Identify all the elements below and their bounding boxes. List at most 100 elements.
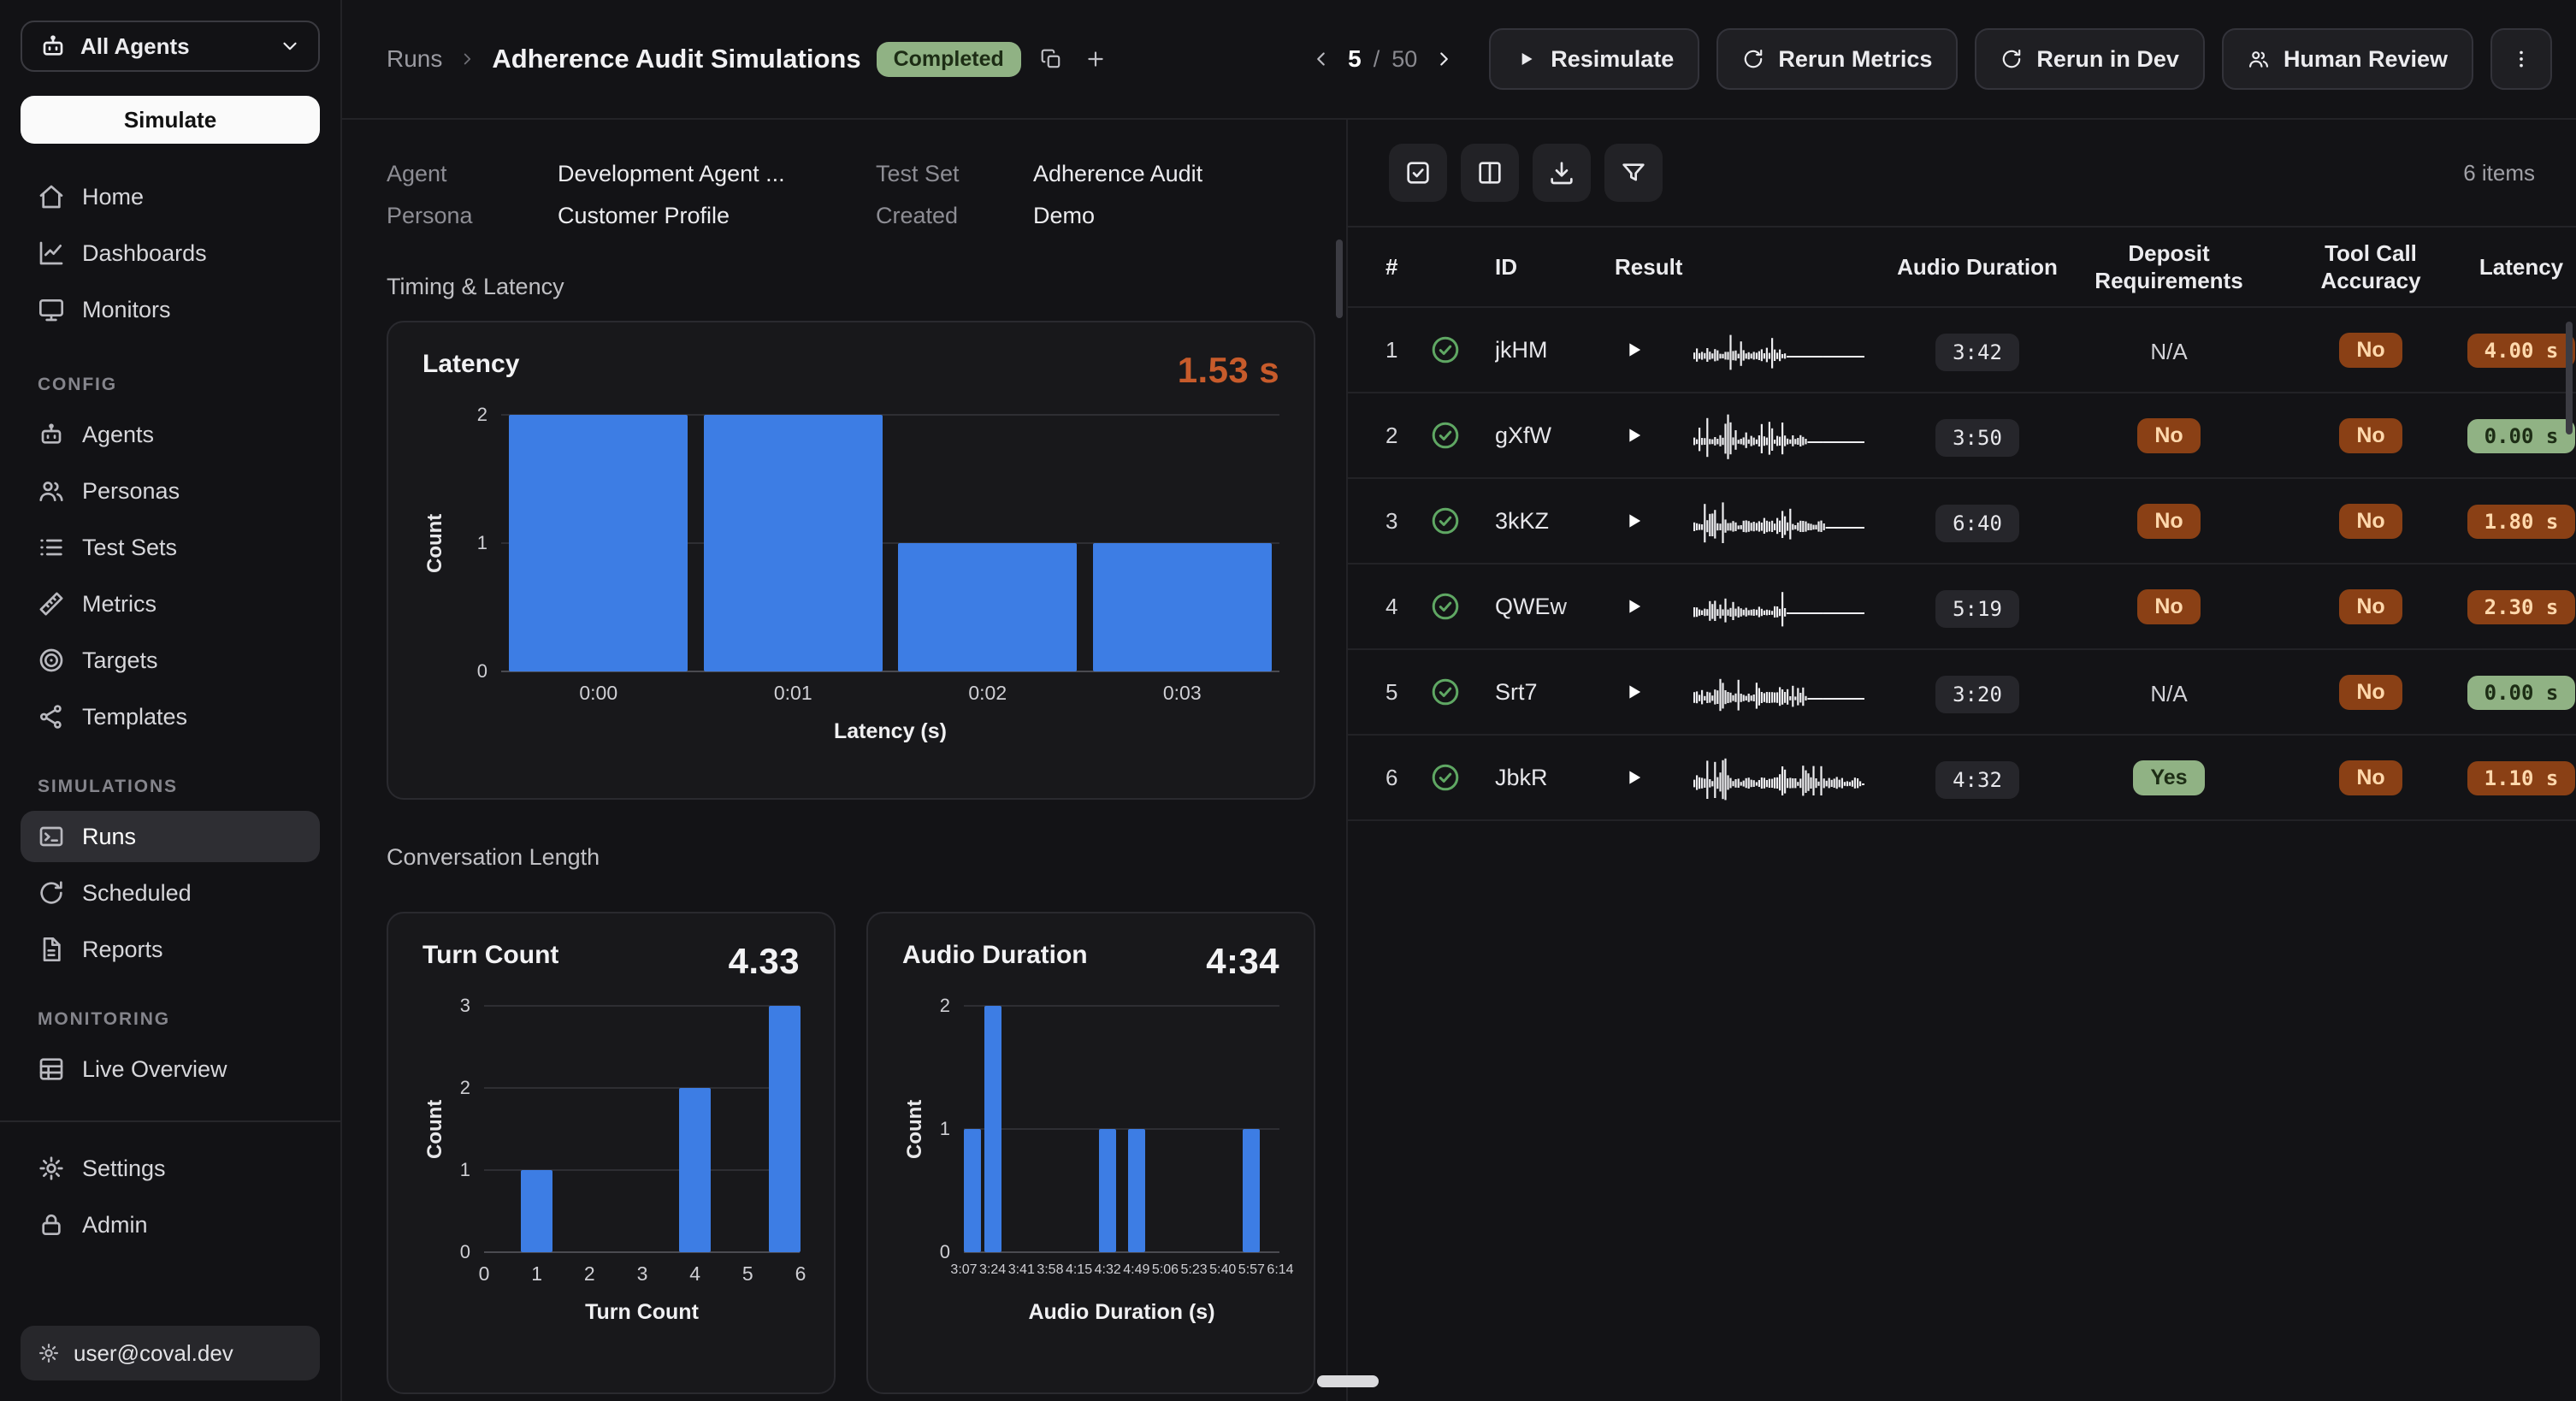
- user-chip[interactable]: user@coval.dev: [21, 1326, 320, 1380]
- agent-selector[interactable]: All Agents: [21, 21, 320, 72]
- play-audio-button[interactable]: [1615, 673, 1652, 711]
- sidebar-item-label: Scheduled: [82, 880, 192, 907]
- sidebar-item-dashboards[interactable]: Dashboards: [21, 228, 320, 279]
- play-audio-button[interactable]: [1615, 502, 1652, 540]
- audio-waveform[interactable]: [1693, 324, 1892, 375]
- column-header-latency[interactable]: Latency: [2479, 253, 2563, 281]
- audio-waveform[interactable]: [1693, 581, 1892, 632]
- histogram-bar: [509, 415, 688, 671]
- table-row[interactable]: 1 jkHM 3:42 N/A No 4.00 s: [1348, 308, 2576, 393]
- table-row[interactable]: 5 Srt7 3:20 N/A No 0.00 s: [1348, 650, 2576, 736]
- kebab-menu-icon: [2510, 48, 2532, 70]
- check-circle-icon: [1430, 420, 1461, 451]
- prev-page-button[interactable]: [1307, 44, 1336, 74]
- sidebar-item-label: Reports: [82, 937, 163, 963]
- play-audio-button[interactable]: [1615, 331, 1652, 369]
- gridline: [484, 1005, 800, 1007]
- sidebar-item-scheduled[interactable]: Scheduled: [21, 867, 320, 919]
- play-audio-button[interactable]: [1615, 588, 1652, 625]
- y-tick-label: 0: [460, 1241, 470, 1263]
- play-audio-button[interactable]: [1615, 417, 1652, 454]
- rerun-metrics-button[interactable]: Rerun Metrics: [1716, 28, 1958, 90]
- sidebar-item-agents[interactable]: Agents: [21, 409, 320, 460]
- add-run-button[interactable]: [1081, 44, 1110, 74]
- download-button[interactable]: [1533, 144, 1591, 202]
- sidebar-item-admin[interactable]: Admin: [21, 1199, 320, 1250]
- table-row[interactable]: 4 QWEw 5:19 No No 2.30 s: [1348, 565, 2576, 650]
- content: AgentDevelopment Agent ...Test SetAdhere…: [342, 120, 2576, 1401]
- column-header-result[interactable]: Result: [1615, 254, 1892, 281]
- sidebar-item-settings[interactable]: Settings: [21, 1143, 320, 1194]
- column-header-tool-call-accuracy[interactable]: Tool Call Accuracy: [2302, 239, 2439, 295]
- table-row[interactable]: 6 JbkR 4:32 Yes No 1.10 s: [1348, 736, 2576, 821]
- x-tick-label: 0:01: [774, 682, 812, 705]
- table-row[interactable]: 3 3kKZ 6:40 No No 1.80 s: [1348, 479, 2576, 565]
- next-page-button[interactable]: [1429, 44, 1458, 74]
- sidebar-item-label: Runs: [82, 824, 136, 850]
- turn-count-chart-xlabel: Turn Count: [422, 1300, 800, 1325]
- x-tick-label: 6: [795, 1262, 806, 1286]
- sidebar-item-live-overview[interactable]: Live Overview: [21, 1043, 320, 1095]
- column-header-audio-duration[interactable]: Audio Duration: [1897, 253, 2058, 281]
- audio-waveform[interactable]: [1693, 666, 1892, 718]
- columns-icon: [1476, 159, 1504, 186]
- left-panel-scrollbar-thumb[interactable]: [1336, 239, 1343, 318]
- resimulate-button[interactable]: Resimulate: [1489, 28, 1699, 90]
- histogram-bar: [898, 543, 1077, 671]
- x-tick-label: 0:00: [579, 682, 617, 705]
- turn-count-card-title: Turn Count: [422, 941, 558, 970]
- deposit-requirements-value: No: [2137, 588, 2200, 624]
- sidebar-item-metrics[interactable]: Metrics: [21, 578, 320, 630]
- histogram-bar: [1093, 543, 1272, 671]
- primary-nav: Home DashboardsMonitors: [21, 171, 320, 340]
- turn-count-headline-value: 4.33: [729, 941, 800, 982]
- columns-button[interactable]: [1461, 144, 1519, 202]
- audio-waveform[interactable]: [1693, 752, 1892, 803]
- histogram-bar: [704, 415, 883, 671]
- meta-label-test-set: Test Set: [876, 161, 1033, 187]
- audio-duration-value: 6:40: [1935, 505, 2019, 542]
- simulate-button[interactable]: Simulate: [21, 96, 320, 144]
- sidebar-item-home[interactable]: Home: [21, 171, 320, 222]
- audio-waveform[interactable]: [1693, 495, 1892, 547]
- x-tick-label: 4:15: [1066, 1262, 1092, 1278]
- filter-button[interactable]: [1604, 144, 1663, 202]
- deposit-requirements-value: N/A: [2150, 677, 2187, 708]
- turn-count-card: Turn Count 4.33 Count 01230123456 Turn C…: [387, 912, 836, 1394]
- breadcrumb-runs[interactable]: Runs: [387, 45, 442, 73]
- audio-waveform[interactable]: [1693, 410, 1892, 461]
- column-header-deposit-requirements[interactable]: Deposit Requirements: [2087, 239, 2251, 295]
- play-audio-button[interactable]: [1615, 759, 1652, 796]
- panel-resize-handle[interactable]: [1317, 1375, 1379, 1387]
- table-body: 1 jkHM 3:42 N/A No 4.00 s 2 gXfW 3:50 No…: [1348, 308, 2576, 821]
- row-number: 2: [1348, 423, 1430, 449]
- copy-run-button[interactable]: [1037, 44, 1066, 74]
- select-button[interactable]: [1389, 144, 1447, 202]
- table-row[interactable]: 2 gXfW 3:50 No No 0.00 s: [1348, 393, 2576, 479]
- refresh-icon: [2000, 48, 2023, 70]
- human-review-button[interactable]: Human Review: [2222, 28, 2473, 90]
- more-options-button[interactable]: [2490, 28, 2552, 90]
- latency-card-title: Latency: [422, 350, 519, 379]
- sidebar-item-personas[interactable]: Personas: [21, 465, 320, 517]
- sidebar-item-monitors[interactable]: Monitors: [21, 284, 320, 335]
- rerun-in-dev-label: Rerun in Dev: [2036, 46, 2179, 73]
- report-icon: [38, 936, 65, 963]
- sidebar-item-runs[interactable]: Runs: [21, 811, 320, 862]
- app-root: All Agents Simulate Home DashboardsMonito…: [0, 0, 2576, 1401]
- sidebar-item-test-sets[interactable]: Test Sets: [21, 522, 320, 573]
- column-header-id[interactable]: ID: [1495, 254, 1615, 281]
- y-tick-label: 2: [940, 995, 950, 1017]
- chevron-right-icon: [1433, 48, 1455, 70]
- sidebar-item-templates[interactable]: Templates: [21, 691, 320, 742]
- user-email: user@coval.dev: [74, 1340, 233, 1367]
- rerun-in-dev-button[interactable]: Rerun in Dev: [1975, 28, 2205, 90]
- select-icon: [1404, 159, 1432, 186]
- table-scrollbar-thumb[interactable]: [2566, 322, 2573, 434]
- histogram-bar: [984, 1006, 1001, 1252]
- page-current: 5: [1348, 45, 1362, 73]
- turn-count-chart: Count 01230123456: [422, 1006, 800, 1252]
- sidebar-item-targets[interactable]: Targets: [21, 635, 320, 686]
- column-header-number[interactable]: #: [1348, 254, 1430, 281]
- sidebar-item-reports[interactable]: Reports: [21, 924, 320, 975]
